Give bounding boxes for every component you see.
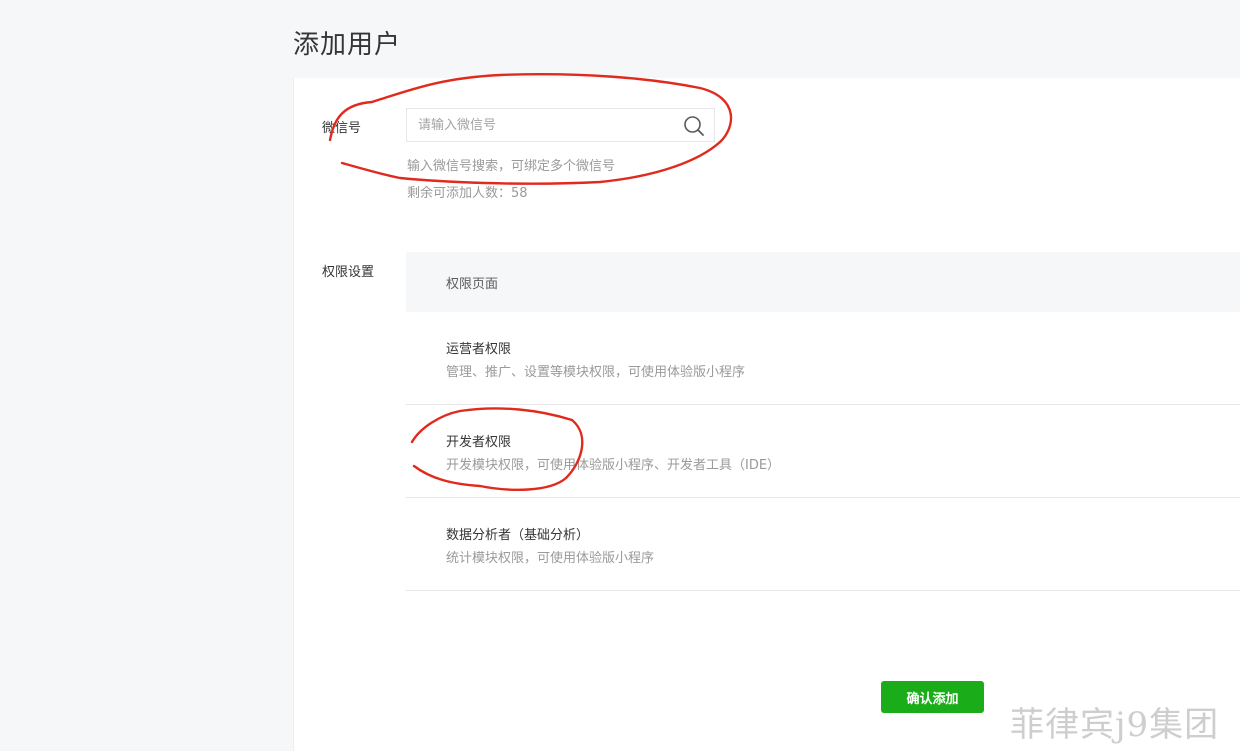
- permission-description: 统计模块权限，可使用体验版小程序: [446, 551, 655, 566]
- permission-name: 数据分析者（基础分析）: [446, 528, 590, 543]
- permission-header-label: 权限页面: [446, 277, 499, 292]
- permission-table-header: 权限页面: [406, 252, 1240, 312]
- permission-label: 权限设置: [322, 265, 375, 280]
- wechat-label: 微信号: [322, 121, 362, 136]
- wechat-hint: 输入微信号搜索，可绑定多个微信号: [407, 159, 616, 174]
- page-title: 添加用户: [293, 30, 402, 60]
- permission-name: 开发者权限: [446, 435, 512, 450]
- permission-name: 运营者权限: [446, 342, 512, 357]
- permission-description: 管理、推广、设置等模块权限，可使用体验版小程序: [446, 365, 746, 380]
- permission-table: 权限页面 运营者权限 管理、推广、设置等模块权限，可使用体验版小程序 开发者权限…: [406, 252, 1240, 591]
- remaining-count: 剩余可添加人数：58: [407, 186, 528, 201]
- permission-row-developer[interactable]: 开发者权限 开发模块权限，可使用体验版小程序、开发者工具（IDE）: [406, 405, 1240, 498]
- wechat-search-input[interactable]: [418, 109, 678, 141]
- wechat-search-box: [406, 108, 715, 142]
- confirm-add-button[interactable]: 确认添加: [881, 681, 984, 713]
- watermark: 菲律宾j9集团: [1010, 705, 1220, 745]
- permission-description: 开发模块权限，可使用体验版小程序、开发者工具（IDE）: [446, 458, 781, 473]
- permission-row-data-analyst[interactable]: 数据分析者（基础分析） 统计模块权限，可使用体验版小程序: [406, 498, 1240, 591]
- permission-row-operator[interactable]: 运营者权限 管理、推广、设置等模块权限，可使用体验版小程序: [406, 312, 1240, 405]
- search-icon[interactable]: [683, 115, 705, 137]
